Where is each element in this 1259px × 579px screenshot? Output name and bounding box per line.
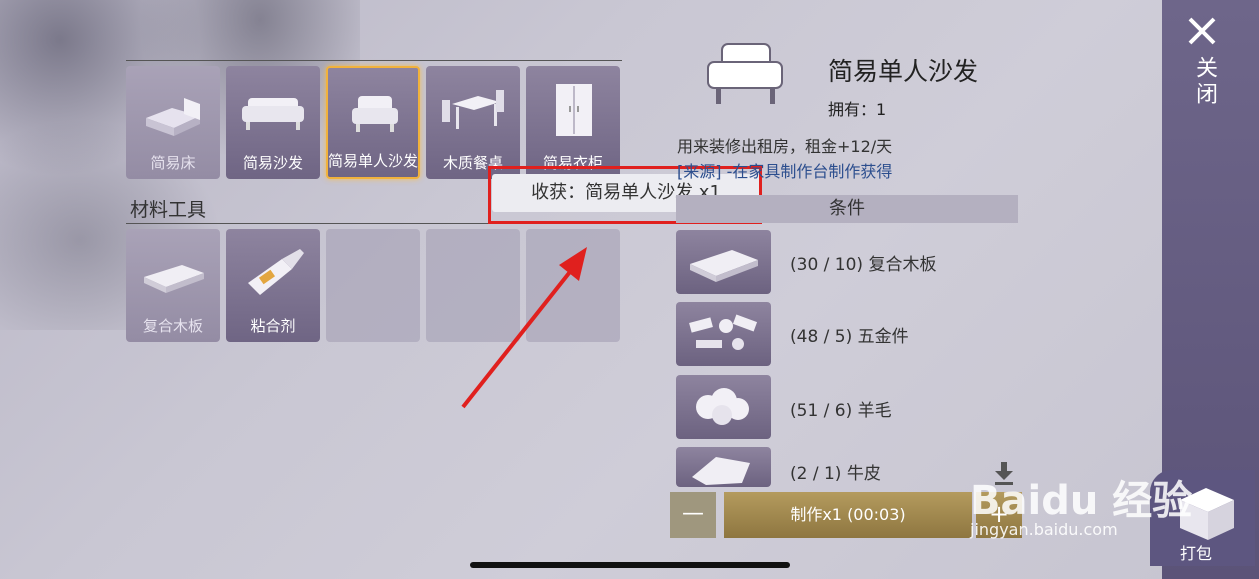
furniture-item-armchair[interactable]: 简易单人沙发 — [326, 66, 420, 179]
furniture-item-label: 简易单人沙发 — [328, 152, 419, 170]
wood-planks-icon — [690, 250, 758, 282]
condition-text: (2 / 1) 牛皮 — [790, 464, 881, 484]
furniture-item-bed[interactable]: 简易床 — [126, 66, 220, 179]
pack-button-label[interactable]: 打包 — [1180, 540, 1212, 564]
conditions-header: 条件 — [676, 195, 1018, 223]
watermark-logo: Baidu 经验 — [970, 478, 1193, 524]
bed-icon — [146, 98, 200, 136]
material-item-wood-planks[interactable]: 复合木板 — [126, 229, 220, 342]
condition-text: (48 / 5) 五金件 — [790, 327, 909, 347]
close-button-label[interactable]: 关闭 — [1186, 56, 1220, 108]
furniture-item-sofa[interactable]: 简易沙发 — [226, 66, 320, 179]
material-item-glue[interactable]: 粘合剂 — [226, 229, 320, 342]
furniture-item-label: 简易沙发 — [242, 154, 303, 172]
material-slot-empty — [326, 229, 420, 342]
owned-count: 拥有：1 — [828, 100, 887, 119]
condition-tile-wood-planks — [676, 230, 771, 294]
wool-icon — [696, 388, 749, 425]
home-indicator[interactable] — [470, 562, 790, 568]
furniture-grid: 简易床 简易沙发 简易单人沙发 木质餐桌 简易衣柜 — [126, 66, 620, 179]
wardrobe-icon — [556, 84, 592, 136]
condition-tile-wool — [676, 375, 771, 439]
armchair-icon — [352, 96, 398, 132]
annotation-arrow-icon — [461, 247, 587, 409]
wood-planks-icon — [144, 265, 204, 293]
craft-button[interactable]: 制作x1 (00:03) — [724, 492, 972, 538]
furniture-item-dining-table[interactable]: 木质餐桌 — [426, 66, 520, 179]
item-source: [来源] -在家具制作台制作获得 — [677, 162, 893, 181]
materials-section-title: 材料工具 — [130, 199, 207, 221]
condition-tile-leather — [676, 447, 771, 487]
material-item-label: 复合木板 — [142, 317, 203, 335]
item-title: 简易单人沙发 — [828, 57, 979, 86]
hardware-icon — [689, 314, 758, 350]
dining-table-icon — [442, 90, 504, 129]
condition-text: (30 / 10) 复合木板 — [790, 255, 937, 275]
item-description: 用来装修出租房，租金+12/天 — [677, 137, 893, 156]
watermark-url: jingyan.baidu.com — [970, 520, 1118, 539]
decrease-quantity-button[interactable]: — — [670, 492, 716, 538]
close-icon[interactable] — [1187, 16, 1217, 46]
condition-text: (51 / 6) 羊毛 — [790, 401, 892, 421]
leather-icon — [692, 457, 750, 485]
furniture-item-wardrobe[interactable]: 简易衣柜 — [526, 66, 620, 179]
armchair-detail-icon — [707, 43, 783, 104]
furniture-item-label: 简易床 — [150, 154, 196, 172]
glue-bottle-icon — [248, 249, 304, 295]
material-item-label: 粘合剂 — [250, 317, 296, 335]
sofa-icon — [242, 98, 304, 130]
condition-tile-hardware — [676, 302, 771, 366]
divider-top — [126, 60, 622, 61]
